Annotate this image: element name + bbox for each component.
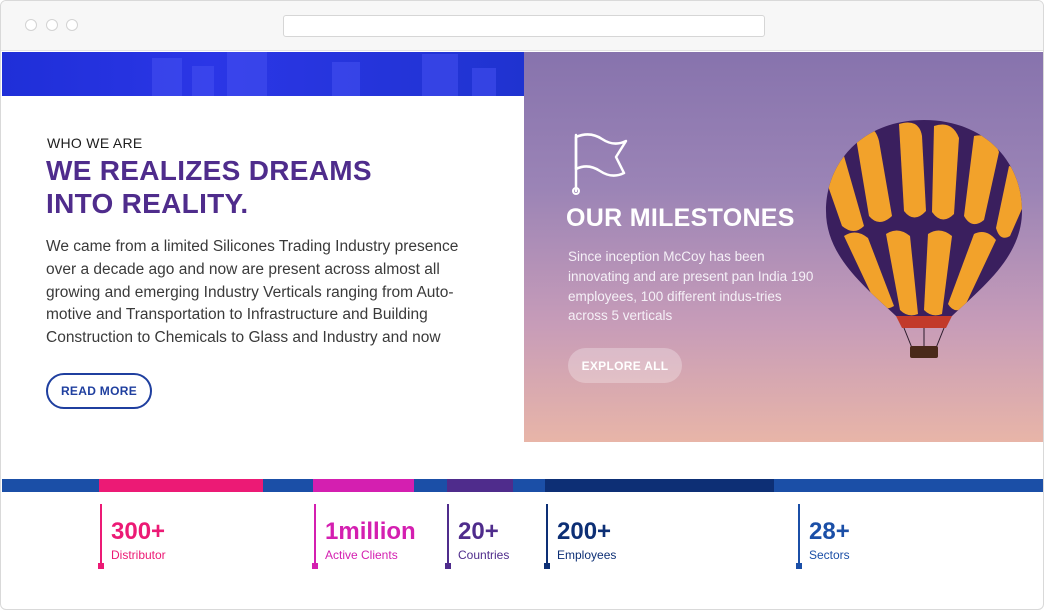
stat-label: Distributor [111, 548, 166, 562]
stat-value: 200+ [557, 518, 612, 545]
browser-toolbar [1, 1, 1043, 51]
address-bar[interactable] [283, 15, 765, 37]
about-paragraph: We came from a limited Silicones Trading… [46, 238, 459, 347]
explore-all-button[interactable]: EXPLORE ALL [568, 348, 682, 383]
headline-line-1: WE REALIZES DREAMS [46, 155, 372, 186]
header-image-strip [2, 52, 524, 96]
browser-window: WHO WE ARE WE REALIZES DREAMS INTO REALI… [0, 0, 1044, 610]
milestones-title: OUR MILESTONES [566, 204, 795, 232]
stat-value: 1million [325, 518, 416, 545]
stat-label: Sectors [809, 548, 850, 562]
section-eyebrow: WHO WE ARE [47, 135, 143, 151]
milestones-text: Since inception McCoy has been innovatin… [568, 249, 814, 324]
read-more-button[interactable]: READ MORE [46, 373, 152, 409]
window-maximize-dot-icon[interactable] [66, 19, 78, 31]
stat-label: Active Clients [325, 548, 398, 562]
headline-line-2: INTO REALITY. [46, 188, 249, 219]
stats-color-band [2, 479, 1043, 492]
flag-icon [572, 133, 628, 195]
stat-value: 28+ [809, 518, 850, 545]
section-headline: WE REALIZES DREAMS INTO REALITY. [46, 154, 466, 220]
stat-value: 300+ [111, 518, 166, 545]
window-close-dot-icon[interactable] [25, 19, 37, 31]
milestones-panel: OUR MILESTONES Since inception McCoy has… [524, 52, 1043, 442]
window-minimize-dot-icon[interactable] [46, 19, 58, 31]
stat-label: Employees [557, 548, 617, 562]
stat-label: Countries [458, 548, 510, 562]
hot-air-balloon-image [826, 120, 1022, 358]
stat-value: 20+ [458, 518, 499, 545]
